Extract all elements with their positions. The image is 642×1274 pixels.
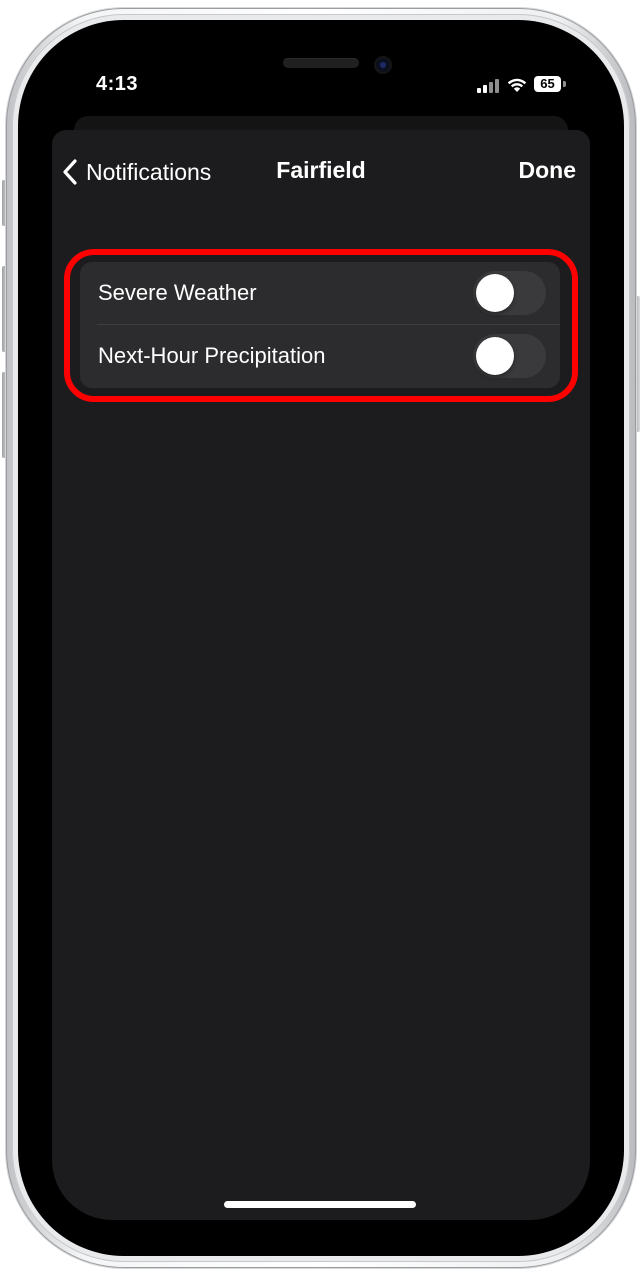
earpiece-speaker xyxy=(283,58,359,68)
chevron-left-icon xyxy=(63,159,77,185)
cellular-signal-icon xyxy=(477,79,501,93)
status-time: 4:13 xyxy=(96,73,139,95)
phone-mockup: 4:13 65 Notifications Fairfield Done Sev… xyxy=(0,0,642,1274)
back-button-label: Notifications xyxy=(86,158,212,185)
battery-cap xyxy=(563,81,566,87)
page-title: Fairfield xyxy=(276,157,366,183)
home-indicator[interactable] xyxy=(224,1201,416,1208)
highlight-annotation xyxy=(64,249,578,402)
back-button[interactable]: Notifications xyxy=(62,154,211,190)
battery-icon: 65 xyxy=(534,76,561,92)
wifi-icon xyxy=(507,78,527,92)
done-button[interactable]: Done xyxy=(490,157,577,184)
front-camera xyxy=(376,58,390,72)
